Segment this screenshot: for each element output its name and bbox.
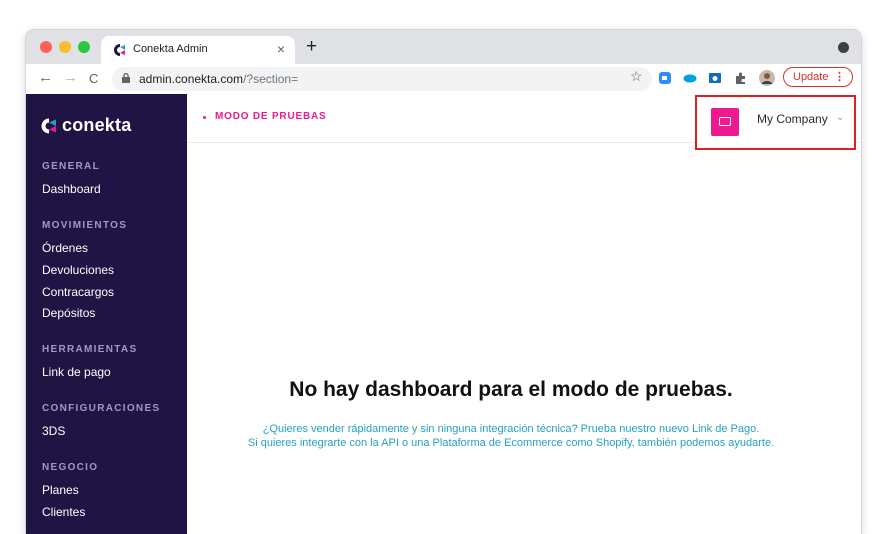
sidebar-item-link-de-pago[interactable]: Link de pago: [42, 365, 111, 379]
url-text: admin.conekta.com/?section=: [139, 72, 298, 86]
profile-icon[interactable]: [838, 42, 849, 53]
browser-window: Conekta Admin × + ← → C admin.conekta.co…: [26, 30, 861, 534]
sidebar-item-devoluciones[interactable]: Devoluciones: [42, 263, 114, 277]
user-avatar-icon[interactable]: [759, 70, 775, 86]
sidebar-item-planes[interactable]: Planes: [42, 483, 79, 497]
section-movimientos: MOVIMIENTOS: [42, 220, 128, 231]
sidebar-item-3ds[interactable]: 3DS: [42, 424, 65, 438]
conekta-favicon-icon: [114, 44, 125, 56]
forward-icon[interactable]: →: [63, 69, 78, 86]
test-mode-label: MODO DE PRUEBAS: [215, 111, 327, 122]
lock-icon: [122, 73, 130, 83]
address-bar[interactable]: admin.conekta.com/?section=: [112, 67, 652, 91]
reload-icon[interactable]: C: [89, 71, 98, 86]
back-icon[interactable]: ←: [38, 69, 53, 86]
maximize-window-button[interactable]: [78, 41, 90, 53]
sidebar-item-ordenes[interactable]: Órdenes: [42, 241, 88, 255]
company-selector[interactable]: My Company ⌄: [695, 95, 856, 150]
logo-text: conekta: [62, 115, 132, 135]
close-window-button[interactable]: [40, 41, 52, 53]
minimize-window-button[interactable]: [59, 41, 71, 53]
url-path: /?section=: [243, 72, 299, 86]
salesforce-extension-icon[interactable]: [683, 71, 697, 85]
tab-title: Conekta Admin: [133, 43, 208, 55]
section-negocio: NEGOCIO: [42, 462, 99, 473]
sidebar-item-contracargos[interactable]: Contracargos: [42, 285, 114, 299]
tab-conekta-admin[interactable]: Conekta Admin ×: [101, 36, 295, 64]
company-name: My Company: [757, 112, 828, 126]
menu-kebab-icon: ⋮: [834, 71, 845, 83]
bookmark-star-icon[interactable]: ☆: [630, 68, 643, 85]
chevron-down-icon: ⌄: [836, 112, 845, 123]
update-label: Update: [793, 71, 829, 83]
section-herramientas: HERRAMIENTAS: [42, 344, 138, 355]
store-icon: [719, 117, 731, 126]
zoom-extension-icon[interactable]: [658, 71, 672, 85]
url-host: admin.conekta.com: [139, 72, 244, 86]
main-header: MODO DE PRUEBAS My Company ⌄: [187, 94, 861, 150]
integration-help-link[interactable]: Si quieres integrarte con la API o una P…: [161, 437, 861, 449]
outlook-extension-icon[interactable]: [708, 71, 722, 85]
new-tab-icon[interactable]: +: [306, 36, 317, 58]
update-button[interactable]: Update ⋮: [783, 67, 853, 87]
link-de-pago-help-link[interactable]: ¿Quieres vender rápidamente y sin ningun…: [161, 423, 861, 435]
sidebar-item-depositos[interactable]: Depósitos: [42, 306, 95, 320]
section-configuraciones: CONFIGURACIONES: [42, 403, 161, 414]
sidebar-item-dashboard[interactable]: Dashboard: [42, 182, 101, 196]
sidebar-item-clientes[interactable]: Clientes: [42, 505, 85, 519]
company-avatar: [711, 108, 739, 136]
empty-state-title: No hay dashboard para el modo de pruebas…: [289, 378, 733, 401]
conekta-logo-icon: [41, 118, 56, 134]
sidebar: conekta GENERAL Dashboard MOVIMIENTOS Ór…: [26, 94, 187, 534]
extensions-puzzle-icon[interactable]: [734, 71, 748, 85]
tab-strip: Conekta Admin × +: [26, 30, 861, 64]
close-tab-icon[interactable]: ×: [277, 41, 285, 57]
section-general: GENERAL: [42, 161, 100, 172]
mode-indicator-dot: [203, 116, 206, 119]
